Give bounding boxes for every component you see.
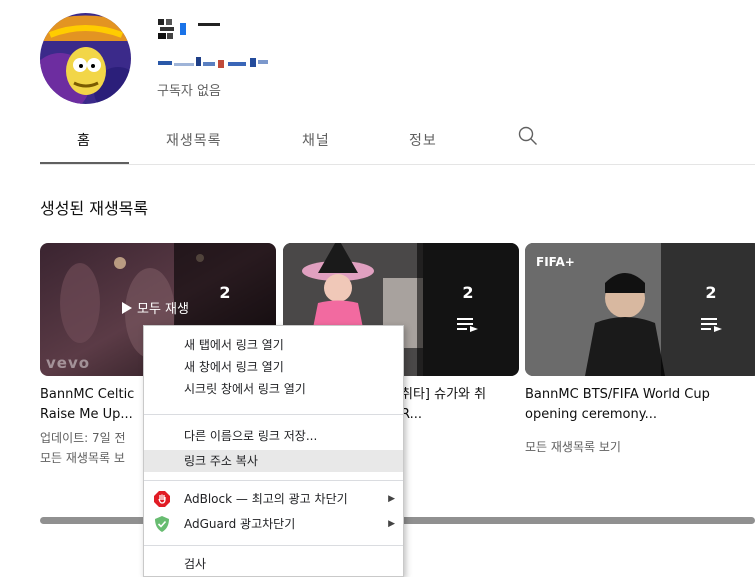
menu-item-label: 다른 이름으로 링크 저장...	[184, 429, 318, 443]
menu-item-label: 링크 주소 복사	[184, 454, 258, 468]
channel-name-redacted	[158, 18, 230, 40]
video-count: 2	[705, 283, 717, 302]
submenu-arrow-icon: ▶	[388, 494, 395, 504]
menu-item-label: 검사	[184, 557, 207, 571]
tabs-divider	[40, 164, 755, 165]
playlist-title-line2: opening ceremony...	[525, 407, 657, 422]
playlist-count-overlay: 2	[661, 243, 755, 376]
channel-handle-redacted	[158, 55, 278, 71]
menu-open-new-tab[interactable]: 새 탭에서 링크 열기	[144, 334, 403, 356]
menu-adguard[interactable]: AdGuard 광고차단기 ▶	[144, 513, 403, 535]
menu-separator	[144, 480, 403, 481]
section-title: 생성된 재생목록	[40, 199, 149, 218]
menu-item-label: 시크릿 창에서 링크 열기	[184, 382, 306, 396]
adguard-icon	[154, 516, 170, 532]
menu-open-new-window[interactable]: 새 창에서 링크 열기	[144, 356, 403, 378]
playlist-count-overlay: 2	[417, 243, 519, 376]
menu-item-label: AdGuard 광고차단기	[184, 517, 296, 531]
channel-avatar[interactable]	[40, 13, 131, 104]
tab-channels[interactable]: 채널	[302, 130, 330, 150]
submenu-arrow-icon: ▶	[388, 519, 395, 529]
play-icon	[122, 301, 132, 314]
menu-separator	[144, 414, 403, 415]
channel-tabs: 홈 재생목록 채널 정보	[40, 122, 755, 166]
context-menu: 새 탭에서 링크 열기 새 창에서 링크 열기 시크릿 창에서 링크 열기 다른…	[143, 325, 404, 577]
adblock-icon	[154, 491, 170, 507]
playlist-icon	[457, 317, 479, 336]
subscriber-count: 구독자 없음	[157, 84, 221, 99]
view-full-playlist-link[interactable]: 모든 재생목록 보기	[525, 437, 755, 457]
menu-inspect[interactable]: 검사	[144, 553, 403, 575]
tab-about[interactable]: 정보	[409, 130, 437, 150]
playlist-title[interactable]: BannMC BTS/FIFA World Cup opening ceremo…	[525, 385, 755, 425]
menu-item-label: AdBlock — 최고의 광고 차단기	[184, 492, 348, 506]
tab-home[interactable]: 홈	[77, 130, 91, 150]
menu-copy-link-address[interactable]: 링크 주소 복사	[144, 450, 403, 472]
play-all-label: 모두 재생	[137, 302, 189, 317]
playlist-title-line1: BannMC BTS/FIFA World Cup	[525, 387, 710, 402]
vevo-watermark: vevo	[46, 354, 91, 372]
tab-playlists[interactable]: 재생목록	[166, 130, 222, 150]
playlist-thumbnail[interactable]: FIFA+ 2	[525, 243, 755, 376]
fifa-brand: FIFA+	[536, 255, 575, 269]
playlist-card[interactable]: FIFA+ 2 BannMC BTS/FIFA World Cup openin…	[525, 243, 755, 457]
menu-item-label: 새 창에서 링크 열기	[184, 360, 284, 374]
play-all-button[interactable]: 모두 재생	[122, 298, 189, 317]
video-count: 2	[462, 283, 474, 302]
playlist-icon	[701, 317, 723, 336]
menu-adblock[interactable]: AdBlock — 최고의 광고 차단기 ▶	[144, 488, 403, 510]
video-count: 2	[219, 283, 231, 302]
menu-item-label: 새 탭에서 링크 열기	[184, 338, 284, 352]
menu-open-incognito[interactable]: 시크릿 창에서 링크 열기	[144, 378, 403, 400]
menu-save-link-as[interactable]: 다른 이름으로 링크 저장...	[144, 425, 403, 447]
menu-separator	[144, 545, 403, 546]
search-icon[interactable]	[517, 125, 539, 151]
